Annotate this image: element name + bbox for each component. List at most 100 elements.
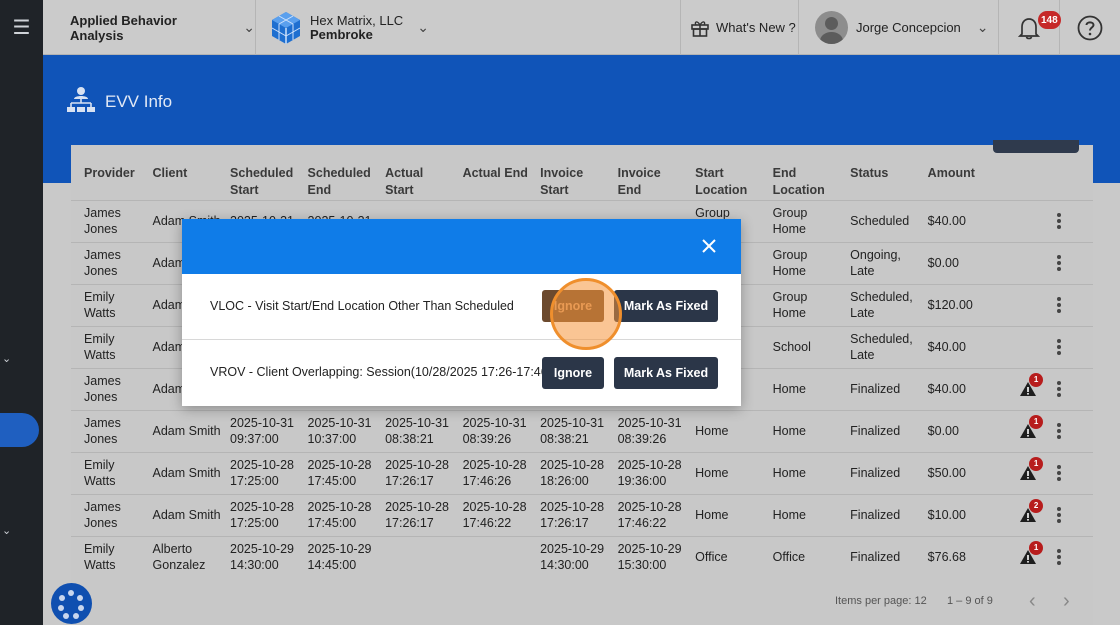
cell-amount: $76.68: [923, 535, 998, 578]
cell-actual-start: 2025-10-28 17:26:17: [381, 493, 459, 536]
items-per-page-label: Items per page:: [835, 595, 912, 607]
cell-scheduled-start: 2025-10-28 17:25:00: [226, 493, 304, 536]
gift-icon: [691, 20, 709, 37]
cell-provider: Emily Watts: [71, 325, 149, 368]
cell-client: Adam Smith: [148, 451, 227, 494]
cell-client: Adam Smith: [148, 409, 227, 452]
mark-as-fixed-button[interactable]: Mark As Fixed: [614, 357, 718, 389]
ignore-button[interactable]: Ignore: [542, 357, 604, 389]
notification-count-badge: 148: [1038, 11, 1061, 29]
table-row[interactable]: Emily Watts Alberto Gonzalez 2025-10-29 14…: [71, 535, 1093, 578]
top-bar: Applied Behavior Analysis ⌄ Hex Matrix, …: [43, 0, 1120, 55]
chevron-down-icon[interactable]: ⌄: [2, 352, 11, 365]
col-scheduled-start[interactable]: Scheduled Start: [226, 157, 304, 200]
more-options-icon[interactable]: [1057, 295, 1062, 315]
help-button[interactable]: [1060, 0, 1120, 55]
hamburger-menu-icon[interactable]: ☰: [0, 0, 43, 55]
warning-icon[interactable]: 1: [1019, 415, 1044, 439]
user-menu[interactable]: Jorge Concepcion ⌄: [799, 0, 999, 55]
more-options-icon[interactable]: [1057, 211, 1062, 231]
next-page-icon[interactable]: ›: [1063, 590, 1070, 613]
cell-end-location: Group Home: [768, 283, 847, 326]
cell-invoice-start: 2025-10-28 18:26:00: [536, 451, 614, 494]
click-highlight-marker: [550, 278, 622, 350]
cell-status: Finalized: [846, 535, 924, 578]
more-options-icon[interactable]: [1057, 379, 1062, 399]
cell-actions: [997, 325, 1093, 368]
more-options-icon[interactable]: [1057, 253, 1062, 273]
avatar: [815, 11, 848, 44]
assistant-fab-button[interactable]: [51, 583, 92, 624]
mark-as-fixed-button[interactable]: Mark As Fixed: [614, 290, 718, 322]
chevron-down-icon: ⌄: [417, 19, 429, 35]
warning-icon[interactable]: 1: [1019, 373, 1044, 397]
warning-icon[interactable]: 2: [1019, 499, 1044, 523]
more-options-icon[interactable]: [1057, 463, 1062, 483]
page-title: EVV Info: [105, 92, 173, 111]
col-actual-end[interactable]: Actual End: [459, 157, 537, 200]
bell-icon: [1018, 17, 1040, 39]
close-icon[interactable]: [699, 236, 719, 256]
cell-actions: [997, 241, 1093, 284]
cell-actual-end: 2025-10-28 17:46:22: [458, 493, 537, 536]
cell-actual-end: 2025-10-28 17:46:26: [458, 451, 537, 494]
alert-count-badge: 1: [1029, 373, 1044, 387]
cell-amount: $120.00: [923, 283, 998, 326]
cell-actual-start: [381, 535, 459, 578]
cell-scheduled-start: 2025-10-31 09:37:00: [226, 409, 304, 452]
table-row[interactable]: James Jones Adam Smith 2025-10-28 17:25:00…: [71, 493, 1093, 536]
cell-scheduled-end: 2025-10-28 17:45:00: [303, 493, 382, 536]
organization-selector[interactable]: Hex Matrix, LLC Pembroke ⌄: [256, 0, 681, 55]
cell-end-location: School: [768, 325, 847, 368]
cell-amount: $40.00: [923, 325, 998, 368]
more-options-icon[interactable]: [1057, 547, 1062, 567]
chevron-down-icon: ⌄: [976, 19, 989, 35]
more-options-icon[interactable]: [1057, 421, 1062, 441]
col-invoice-start[interactable]: Invoice Start: [536, 157, 614, 200]
cell-scheduled-end: 2025-10-29 14:45:00: [303, 535, 382, 578]
warning-icon[interactable]: 1: [1019, 457, 1044, 481]
table-header-row: Provider Client Scheduled Start Schedule…: [71, 157, 1093, 200]
cell-actual-start: 2025-10-31 08:38:21: [381, 409, 459, 452]
more-options-icon[interactable]: [1057, 505, 1062, 525]
cell-provider: James Jones: [71, 409, 149, 452]
whats-new-button[interactable]: What's New ?: [681, 0, 799, 55]
cell-scheduled-start: 2025-10-28 17:25:00: [226, 451, 304, 494]
cell-status: Ongoing, Late: [846, 241, 924, 284]
export-button[interactable]: [993, 140, 1079, 153]
col-invoice-end[interactable]: Invoice End: [614, 157, 692, 200]
prev-page-icon[interactable]: ‹: [1029, 590, 1036, 613]
items-per-page[interactable]: Items per page: 12: [835, 595, 927, 607]
cell-provider: Emily Watts: [71, 535, 149, 578]
issue-message: VROV - Client Overlapping: Session(10/28…: [210, 365, 552, 379]
alert-count-badge: 1: [1029, 541, 1044, 556]
col-amount[interactable]: Amount: [924, 157, 997, 200]
cell-end-location: Office: [768, 535, 847, 578]
practice-name: Applied Behavior Analysis: [70, 12, 177, 43]
cell-amount: $40.00: [923, 199, 998, 242]
user-name: Jorge Concepcion: [856, 20, 961, 35]
col-scheduled-end[interactable]: Scheduled End: [304, 157, 382, 200]
cell-status: Finalized: [846, 367, 924, 410]
col-client[interactable]: Client: [149, 157, 227, 200]
cell-provider: James Jones: [71, 241, 149, 284]
warning-icon[interactable]: 1: [1019, 541, 1044, 565]
col-provider[interactable]: Provider: [71, 157, 149, 200]
table-row[interactable]: James Jones Adam Smith 2025-10-31 09:37:00…: [71, 409, 1093, 452]
org-location: Pembroke: [310, 26, 373, 42]
table-row[interactable]: Emily Watts Adam Smith 2025-10-28 17:25:00…: [71, 451, 1093, 494]
practice-selector[interactable]: Applied Behavior Analysis ⌄: [43, 0, 256, 55]
active-nav-indicator[interactable]: [0, 413, 39, 447]
col-start-location[interactable]: Start Location: [691, 157, 769, 200]
more-options-icon[interactable]: [1057, 337, 1062, 357]
col-end-location[interactable]: End Location: [769, 157, 847, 200]
cell-end-location: Home: [768, 493, 847, 536]
cell-scheduled-end: 2025-10-31 10:37:00: [303, 409, 382, 452]
col-status[interactable]: Status: [846, 157, 924, 200]
cell-status: Scheduled: [846, 199, 924, 242]
chevron-down-icon[interactable]: ⌄: [2, 524, 11, 537]
col-actual-start[interactable]: Actual Start: [381, 157, 459, 200]
cell-amount: $50.00: [923, 451, 998, 494]
cell-end-location: Home: [768, 409, 847, 452]
cell-actions: [997, 199, 1093, 242]
